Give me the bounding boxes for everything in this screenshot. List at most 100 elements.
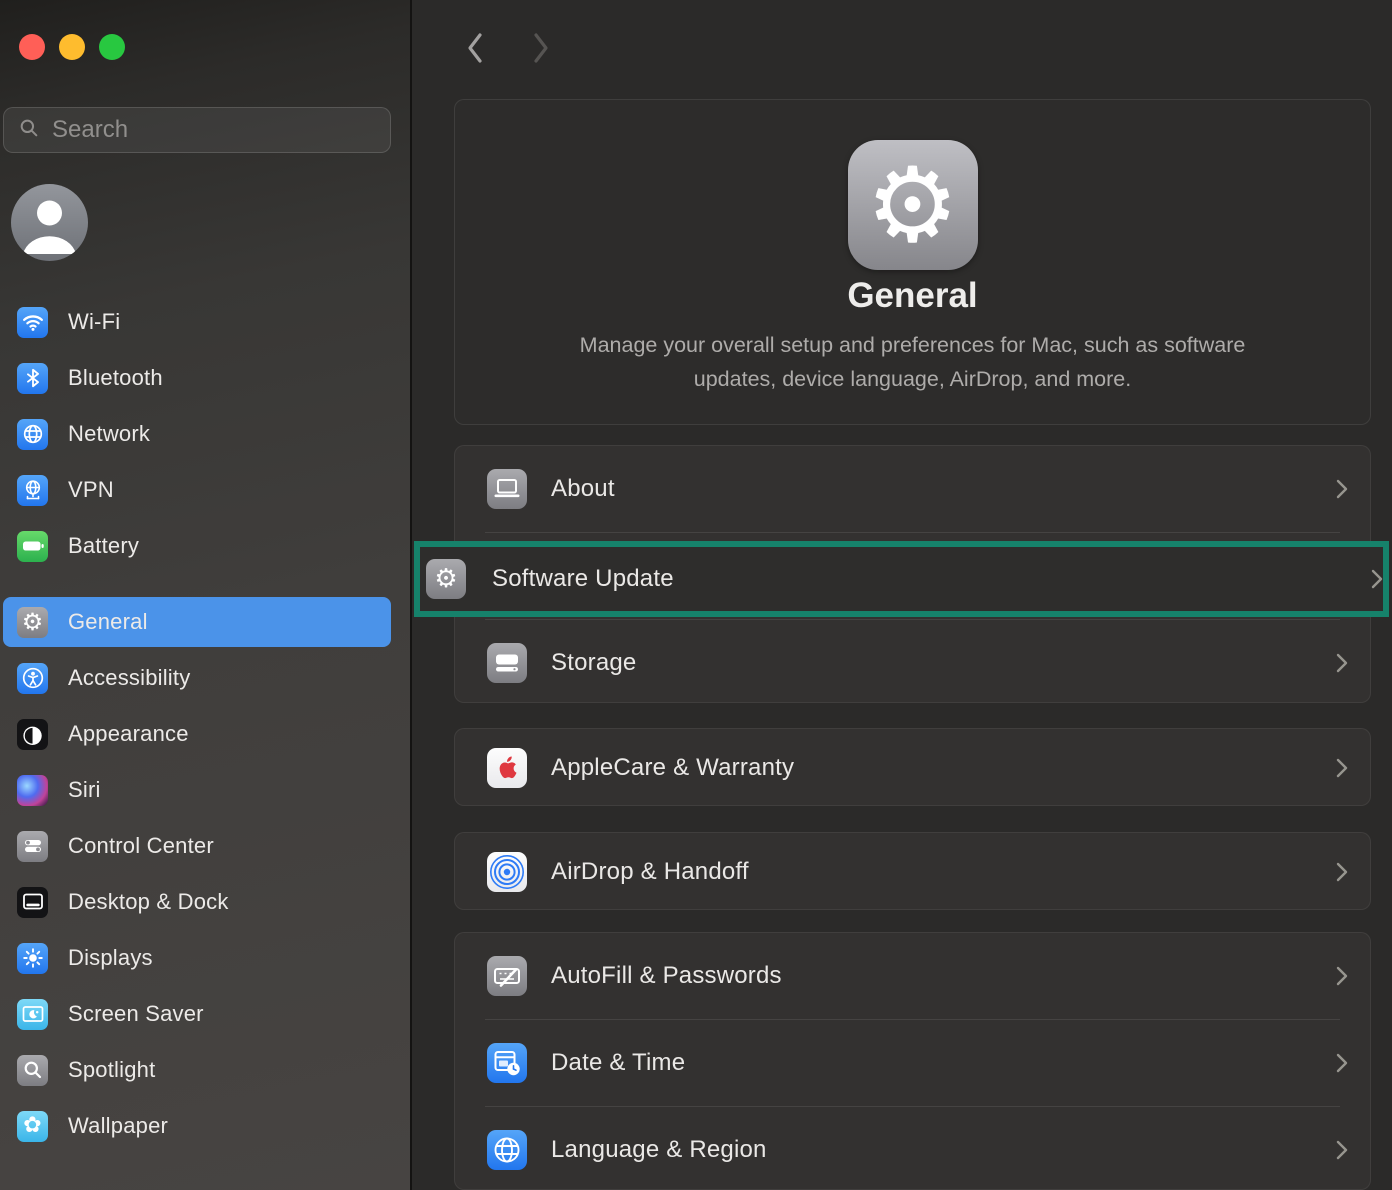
sidebar-item-label: Wallpaper (68, 1113, 168, 1139)
laptop-icon (487, 469, 527, 509)
page-description: Manage your overall setup and preference… (455, 328, 1370, 396)
search-icon (18, 117, 40, 144)
chevron-right-icon (1336, 758, 1348, 778)
row-autofill-passwords[interactable]: AutoFill & Passwords (455, 933, 1370, 1019)
window-dock-icon (17, 887, 48, 918)
airdrop-waves-icon (487, 852, 527, 892)
apple-logo-icon (487, 748, 527, 788)
sidebar-item-general[interactable]: ⚙ General (3, 597, 391, 647)
accessibility-icon (17, 663, 48, 694)
sidebar-item-network[interactable]: Network (3, 409, 391, 459)
sidebar-item-wifi[interactable]: Wi-Fi (3, 297, 391, 347)
sidebar-item-label: Control Center (68, 833, 214, 859)
sidebar-item-label: Battery (68, 533, 139, 559)
row-label: AirDrop & Handoff (551, 858, 749, 886)
sun-icon (17, 943, 48, 974)
sidebar-item-appearance[interactable]: ◑ Appearance (3, 709, 391, 759)
sidebar-item-label: Wi-Fi (68, 309, 120, 335)
sidebar-item-label: VPN (68, 477, 114, 503)
history-nav (464, 30, 552, 71)
battery-icon (17, 531, 48, 562)
sidebar-item-desktop-dock[interactable]: Desktop & Dock (3, 877, 391, 927)
search-input[interactable]: Search (3, 107, 391, 153)
window-controls (19, 34, 125, 60)
chevron-right-icon (1336, 479, 1348, 499)
chevron-right-icon (1371, 569, 1383, 589)
settings-group-system: AutoFill & Passwords Date & Time (454, 932, 1371, 1190)
zoom-button[interactable] (99, 34, 125, 60)
row-language-region[interactable]: Language & Region (455, 1107, 1370, 1190)
sidebar-item-label: Displays (68, 945, 153, 971)
settings-group-airdrop: AirDrop & Handoff (454, 832, 1371, 910)
chevron-right-icon (1336, 1053, 1348, 1073)
settings-group-applecare: AppleCare & Warranty (454, 728, 1371, 806)
chevron-right-icon (1336, 862, 1348, 882)
sidebar-item-label: Accessibility (68, 665, 190, 691)
toggles-icon (17, 831, 48, 862)
system-settings-window: Search Wi-Fi (0, 0, 1392, 1190)
gear-icon: ⚙ (17, 607, 48, 638)
row-applecare[interactable]: AppleCare & Warranty (455, 729, 1370, 806)
row-airdrop-handoff[interactable]: AirDrop & Handoff (455, 833, 1370, 910)
forward-button[interactable] (530, 30, 552, 71)
page-description-line1: Manage your overall setup and preference… (455, 328, 1370, 362)
general-header-card: ⚙ General Manage your overall setup and … (454, 99, 1371, 425)
row-label: Storage (551, 649, 636, 677)
row-about[interactable]: About (455, 446, 1370, 532)
sidebar-item-label: Siri (68, 777, 101, 803)
wifi-icon (17, 307, 48, 338)
calendar-clock-icon (487, 1043, 527, 1083)
sidebar-item-spotlight[interactable]: Spotlight (3, 1045, 391, 1095)
sidebar-item-label: Screen Saver (68, 1001, 204, 1027)
sidebar-item-control-center[interactable]: Control Center (3, 821, 391, 871)
main-panel: ⚙ General Manage your overall setup and … (412, 0, 1392, 1190)
row-label: Language & Region (551, 1136, 767, 1164)
row-label: Date & Time (551, 1049, 685, 1077)
sidebar-item-label: Network (68, 421, 150, 447)
sidebar-item-label: Bluetooth (68, 365, 163, 391)
software-update-gear-icon: ⚙ (426, 559, 466, 599)
siri-icon (17, 775, 48, 806)
chevron-right-icon (1336, 966, 1348, 986)
keyboard-pencil-icon (487, 956, 527, 996)
sidebar-item-label: Spotlight (68, 1057, 155, 1083)
page-description-line2: updates, device language, AirDrop, and m… (455, 362, 1370, 396)
minimize-button[interactable] (59, 34, 85, 60)
globe-icon (17, 419, 48, 450)
row-label: AutoFill & Passwords (551, 962, 782, 990)
sidebar-nav: Wi-Fi Bluetooth Network (3, 297, 391, 1157)
sidebar-item-battery[interactable]: Battery (3, 521, 391, 571)
user-avatar[interactable] (11, 184, 88, 261)
bluetooth-icon (17, 363, 48, 394)
software-update-highlight[interactable]: ⚙ Software Update (414, 541, 1389, 617)
row-date-time[interactable]: Date & Time (455, 1020, 1370, 1106)
sidebar-item-wallpaper[interactable]: ✿ Wallpaper (3, 1101, 391, 1151)
sidebar-item-label: Desktop & Dock (68, 889, 229, 915)
chevron-right-icon (1336, 1140, 1348, 1160)
sidebar-item-vpn[interactable]: VPN (3, 465, 391, 515)
sidebar-item-screen-saver[interactable]: Screen Saver (3, 989, 391, 1039)
back-button[interactable] (464, 30, 486, 71)
vpn-globe-icon (17, 475, 48, 506)
sidebar: Search Wi-Fi (0, 0, 410, 1190)
page-title: General (455, 276, 1370, 316)
moon-screen-icon (17, 999, 48, 1030)
sidebar-item-bluetooth[interactable]: Bluetooth (3, 353, 391, 403)
flower-icon: ✿ (17, 1111, 48, 1142)
row-label: Software Update (492, 565, 674, 593)
sidebar-item-label: Appearance (68, 721, 189, 747)
row-storage[interactable]: Storage (455, 620, 1370, 703)
globe-icon (487, 1130, 527, 1170)
appearance-icon: ◑ (17, 719, 48, 750)
search-placeholder: Search (52, 116, 128, 144)
storage-drive-icon (487, 643, 527, 683)
row-label: AppleCare & Warranty (551, 754, 794, 782)
sidebar-item-accessibility[interactable]: Accessibility (3, 653, 391, 703)
sidebar-item-siri[interactable]: Siri (3, 765, 391, 815)
row-label: About (551, 475, 615, 503)
sidebar-item-displays[interactable]: Displays (3, 933, 391, 983)
close-button[interactable] (19, 34, 45, 60)
magnifier-icon (17, 1055, 48, 1086)
sidebar-item-label: General (68, 609, 148, 635)
gear-app-icon: ⚙ (848, 140, 978, 270)
